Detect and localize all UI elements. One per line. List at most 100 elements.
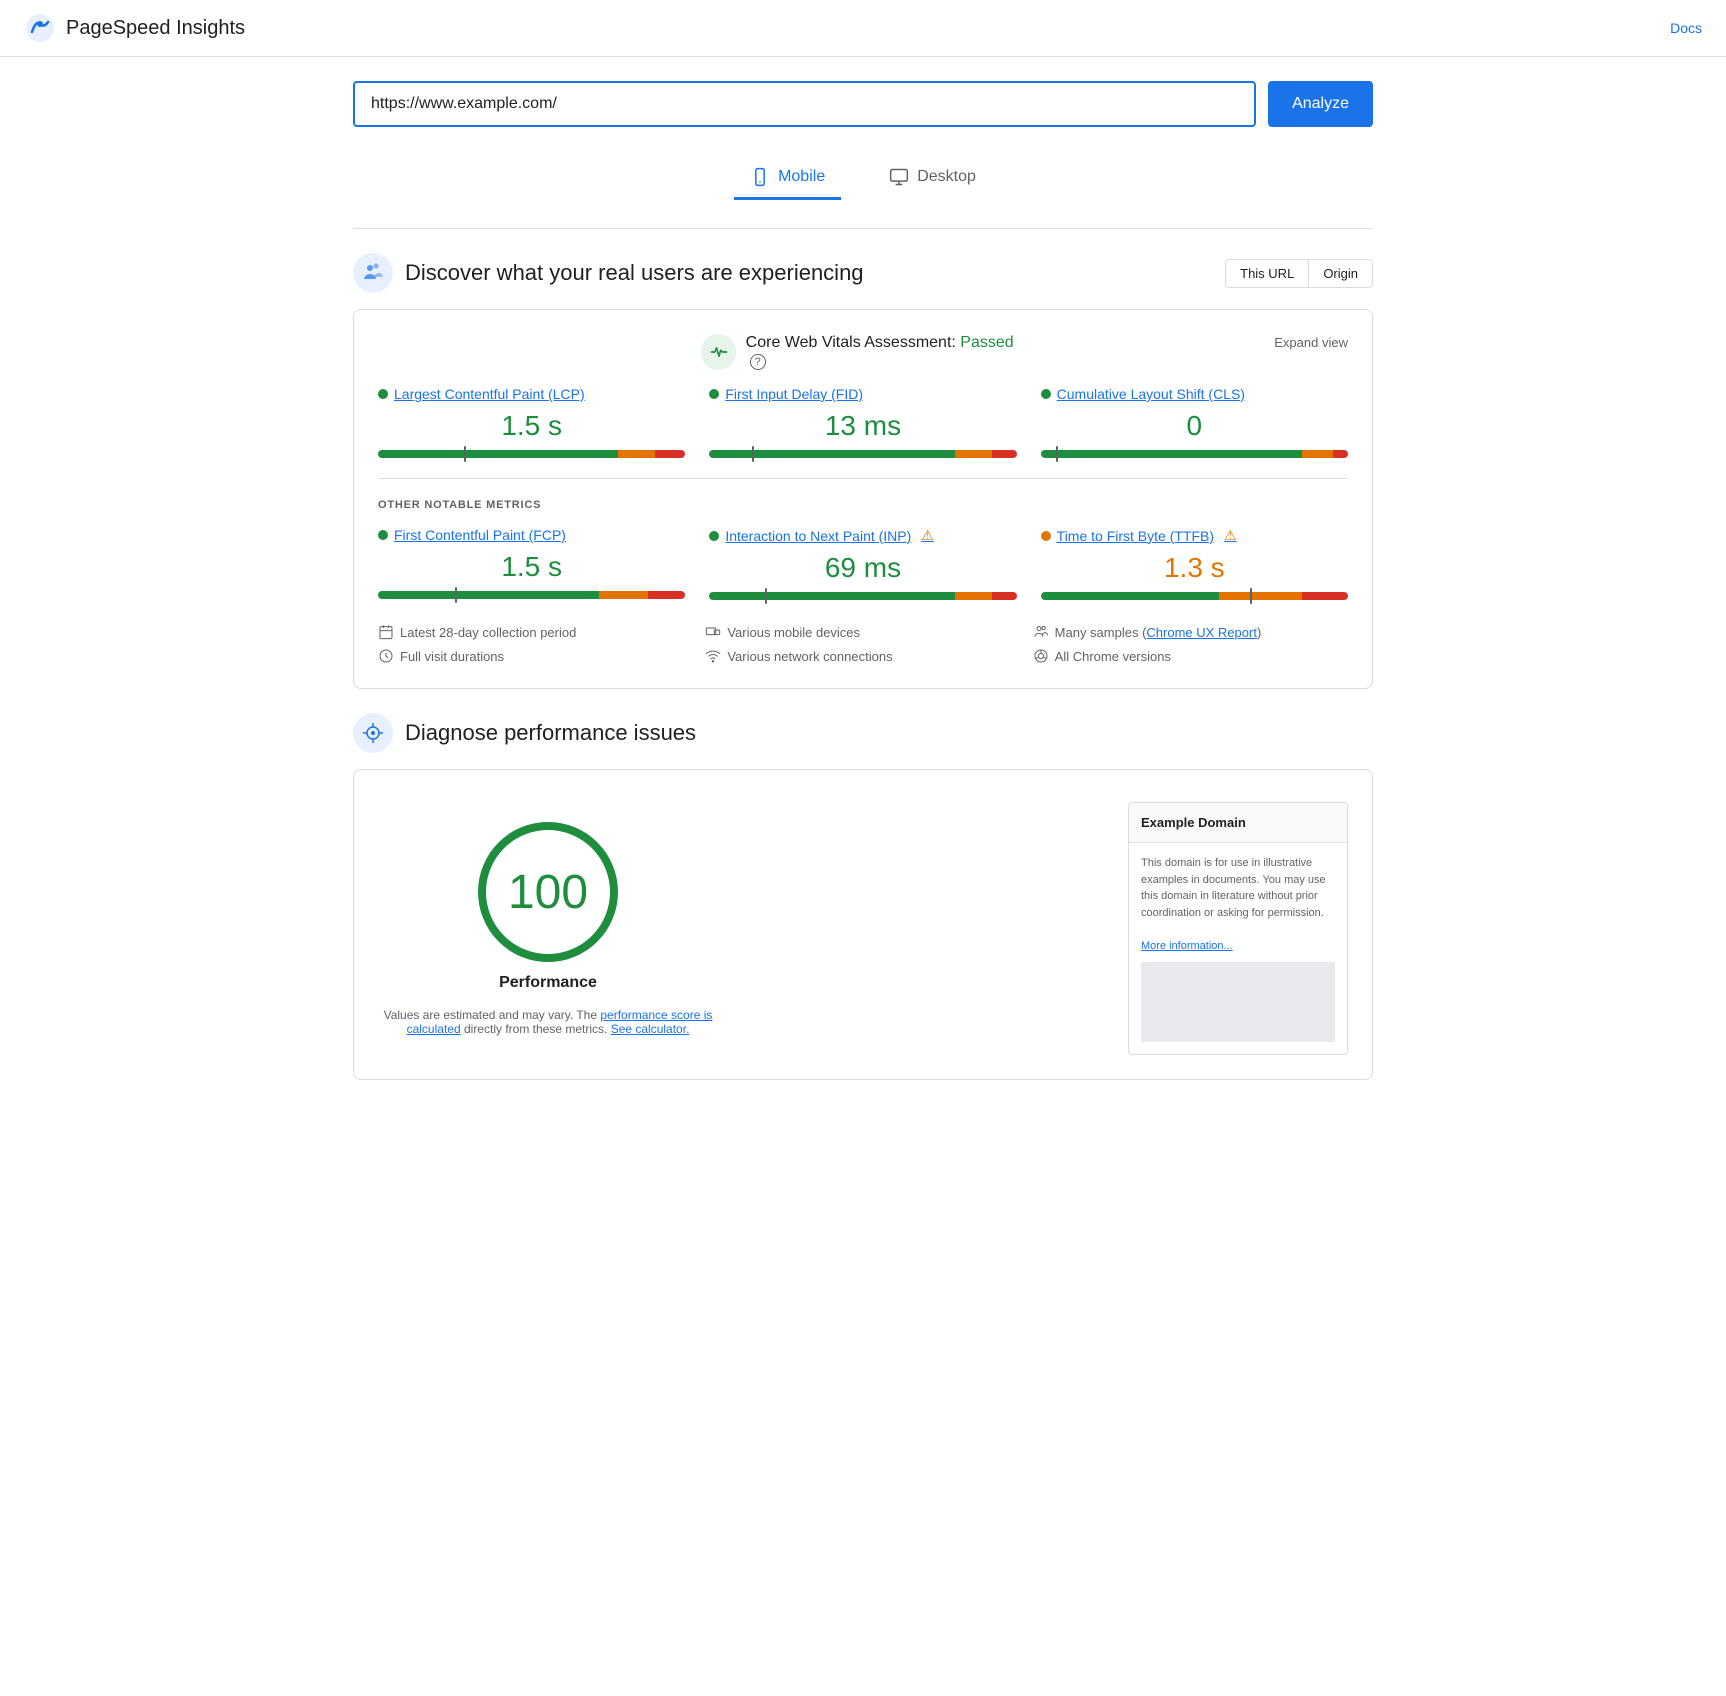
calendar-icon xyxy=(378,624,394,640)
fcp-indicator xyxy=(455,587,457,603)
lcp-dot xyxy=(378,389,388,399)
device-tab-bar: Mobile Desktop xyxy=(353,159,1373,229)
metric-lcp: Largest Contentful Paint (LCP) 1.5 s xyxy=(378,386,685,458)
expand-view-btn[interactable]: Expand view xyxy=(1274,335,1348,350)
header: PageSpeed Insights Docs xyxy=(0,0,1726,57)
calculator-link[interactable]: See calculator. xyxy=(611,1022,690,1036)
chrome-icon xyxy=(1033,648,1049,664)
score-circle: 100 xyxy=(478,822,618,962)
ttfb-dot xyxy=(1041,531,1051,541)
cwv-help-icon[interactable]: ? xyxy=(750,354,766,370)
tab-mobile-label: Mobile xyxy=(778,168,825,186)
lcp-indicator xyxy=(464,446,466,462)
preview-area: Example Domain This domain is for use in… xyxy=(1128,802,1348,1055)
network-info: Various network connections xyxy=(705,648,1020,664)
score-note: Values are estimated and may vary. The p… xyxy=(378,1008,718,1036)
ttfb-indicator xyxy=(1250,588,1252,604)
metric-ttfb-label[interactable]: Time to First Byte (TTFB) ⚠ xyxy=(1041,527,1348,544)
cls-indicator xyxy=(1056,446,1058,462)
timer-icon xyxy=(378,648,394,664)
cwv-status: Passed xyxy=(960,334,1013,351)
main-content: Analyze Mobile Desktop xyxy=(313,57,1413,1128)
metric-lcp-label[interactable]: Largest Contentful Paint (LCP) xyxy=(378,386,685,402)
diagnose-content: 100 Performance Values are estimated and… xyxy=(378,794,1348,1055)
metric-cls: Cumulative Layout Shift (CLS) 0 xyxy=(1041,386,1348,458)
pagespeed-logo xyxy=(24,12,56,44)
cwv-title-area: Core Web Vitals Assessment: Passed ? xyxy=(701,334,1024,370)
tab-mobile[interactable]: Mobile xyxy=(734,159,841,200)
inp-warning-icon: ⚠ xyxy=(921,527,934,544)
origin-button[interactable]: Origin xyxy=(1308,259,1373,288)
diagnose-section-header: Diagnose performance issues xyxy=(353,713,1373,753)
real-users-section-header: Discover what your real users are experi… xyxy=(353,253,1373,293)
metric-cls-label[interactable]: Cumulative Layout Shift (CLS) xyxy=(1041,386,1348,402)
samples-text: Many samples (Chrome UX Report) xyxy=(1055,625,1262,640)
diagnose-icon xyxy=(353,713,393,753)
info-col-1: Latest 28-day collection period Full vis… xyxy=(378,624,693,664)
metric-inp-label[interactable]: Interaction to Next Paint (INP) ⚠ xyxy=(709,527,1016,544)
metric-ttfb: Time to First Byte (TTFB) ⚠ 1.3 s xyxy=(1041,527,1348,600)
chrome-versions-info: All Chrome versions xyxy=(1033,648,1348,664)
cls-dot xyxy=(1041,389,1051,399)
inp-indicator xyxy=(765,588,767,604)
wifi-icon xyxy=(705,648,721,664)
score-number: 100 xyxy=(508,865,588,920)
metrics-divider xyxy=(378,478,1348,479)
tab-desktop[interactable]: Desktop xyxy=(873,159,992,200)
fid-dot xyxy=(709,389,719,399)
metric-inp-value: 69 ms xyxy=(709,552,1016,584)
fcp-bar xyxy=(378,591,685,599)
inp-bar xyxy=(709,592,1016,600)
metric-fcp-value: 1.5 s xyxy=(378,551,685,583)
metric-lcp-value: 1.5 s xyxy=(378,410,685,442)
samples-info: Many samples (Chrome UX Report) xyxy=(1033,624,1348,640)
devices-icon xyxy=(705,624,721,640)
preview-body: This domain is for use in illustrative e… xyxy=(1129,843,1347,1054)
score-label: Performance xyxy=(499,974,597,992)
metric-cls-value: 0 xyxy=(1041,410,1348,442)
tab-desktop-label: Desktop xyxy=(917,168,976,186)
preview-link[interactable]: More information... xyxy=(1141,940,1233,952)
header-left: PageSpeed Insights xyxy=(24,12,245,44)
desktop-icon xyxy=(889,167,909,187)
other-metrics-label: OTHER NOTABLE METRICS xyxy=(378,499,1348,511)
ttfb-warning-icon: ⚠ xyxy=(1224,527,1237,544)
docs-link[interactable]: Docs xyxy=(1670,20,1702,36)
metric-fid-value: 13 ms xyxy=(709,410,1016,442)
metric-fid-label[interactable]: First Input Delay (FID) xyxy=(709,386,1016,402)
devices-info: Various mobile devices xyxy=(705,624,1020,640)
metric-ttfb-value: 1.3 s xyxy=(1041,552,1348,584)
preview-image-placeholder xyxy=(1141,962,1335,1042)
cwv-assessment-label: Core Web Vitals Assessment: Passed ? xyxy=(746,334,1025,370)
users-icon xyxy=(361,261,385,285)
diagnose-svg-icon xyxy=(361,721,385,745)
preview-box: Example Domain This domain is for use in… xyxy=(1128,802,1348,1055)
lcp-bar xyxy=(378,450,685,458)
fcp-dot xyxy=(378,530,388,540)
mobile-icon xyxy=(750,167,770,187)
metric-inp: Interaction to Next Paint (INP) ⚠ 69 ms xyxy=(709,527,1016,600)
inp-dot xyxy=(709,531,719,541)
url-origin-toggle: This URL Origin xyxy=(1225,259,1373,288)
people-icon xyxy=(1033,624,1049,640)
chrome-ux-link[interactable]: Chrome UX Report xyxy=(1146,625,1257,640)
real-users-title: Discover what your real users are experi… xyxy=(405,260,864,286)
info-col-2: Various mobile devices Various network c… xyxy=(705,624,1020,664)
heartbeat-icon xyxy=(709,342,729,362)
main-metrics-grid: Largest Contentful Paint (LCP) 1.5 s Fir… xyxy=(378,386,1348,458)
cwv-icon xyxy=(701,334,735,370)
url-input[interactable] xyxy=(353,81,1256,127)
diagnose-title: Diagnose performance issues xyxy=(405,720,696,746)
this-url-button[interactable]: This URL xyxy=(1225,259,1308,288)
visit-duration-info: Full visit durations xyxy=(378,648,693,664)
analyze-button[interactable]: Analyze xyxy=(1268,81,1373,127)
info-col-3: Many samples (Chrome UX Report) All Chro… xyxy=(1033,624,1348,664)
ttfb-bar xyxy=(1041,592,1348,600)
info-footer: Latest 28-day collection period Full vis… xyxy=(378,624,1348,664)
other-metrics-grid: First Contentful Paint (FCP) 1.5 s Inter… xyxy=(378,527,1348,600)
app-title: PageSpeed Insights xyxy=(66,17,245,40)
score-area: 100 Performance Values are estimated and… xyxy=(378,802,718,1036)
metric-fid: First Input Delay (FID) 13 ms xyxy=(709,386,1016,458)
url-area: Analyze xyxy=(353,81,1373,127)
metric-fcp-label[interactable]: First Contentful Paint (FCP) xyxy=(378,527,685,543)
